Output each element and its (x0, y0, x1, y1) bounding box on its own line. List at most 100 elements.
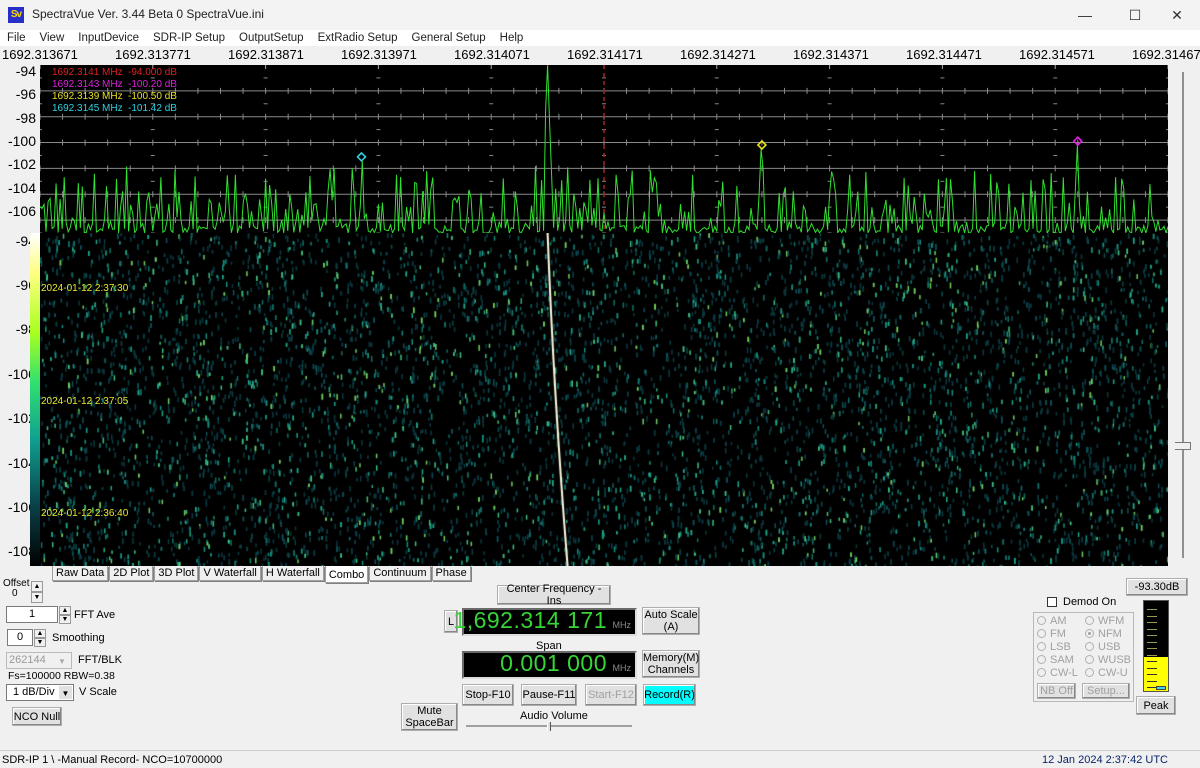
center-frequency-value: 1,692.314 171 (453, 607, 607, 633)
demod-radio-wfm[interactable]: WFM (1085, 615, 1124, 627)
close-button[interactable]: ✕ (1154, 0, 1200, 30)
waterfall-plot[interactable] (40, 233, 1168, 566)
start-button[interactable]: Start-F12 (585, 684, 637, 706)
menu-help[interactable]: Help (493, 30, 531, 46)
offset-down-button[interactable]: ▼ (31, 592, 43, 603)
demod-radio-cw-l[interactable]: CW-L (1037, 667, 1078, 679)
freq-tick-label: 1692.313771 (115, 47, 191, 62)
auto-scale-button[interactable]: Auto Scale (A) (642, 607, 700, 635)
radio-icon (1085, 655, 1094, 664)
status-bar: SDR-IP 1 \ -Manual Record- NCO=10700000 … (0, 750, 1200, 768)
demod-radio-am[interactable]: AM (1037, 615, 1067, 627)
center-frequency-display[interactable]: 1,692.314 171 MHz (453, 607, 637, 636)
radio-label: AM (1050, 615, 1067, 627)
nco-null-button[interactable]: NCO Null (12, 707, 62, 726)
tab-h-waterfall[interactable]: H Waterfall (261, 566, 324, 581)
demod-radio-nfm[interactable]: NFM (1085, 628, 1122, 640)
waterfall-colorbar (30, 233, 40, 566)
setup-button[interactable]: Setup... (1082, 683, 1130, 699)
smoothing-down-button[interactable]: ▼ (34, 638, 46, 647)
radio-icon (1037, 668, 1046, 677)
fft-ave-label: FFT Ave (74, 609, 116, 621)
chevron-down-icon: ▼ (58, 657, 66, 666)
radio-label: SAM (1050, 654, 1074, 666)
pause-button[interactable]: Pause-F11 (521, 684, 577, 706)
tab-v-waterfall[interactable]: V Waterfall (199, 566, 261, 581)
waterfall-timestamp: 2024-01-12 2:37:30 (41, 283, 129, 294)
radio-icon (1085, 642, 1094, 651)
minimize-button[interactable]: — (1062, 0, 1108, 30)
audio-volume-slider[interactable] (466, 722, 632, 732)
radio-label: WUSB (1098, 654, 1131, 666)
radio-icon (1085, 668, 1094, 677)
fft-ave-up-button[interactable]: ▲ (59, 606, 71, 615)
meter-tick (1147, 680, 1157, 682)
freq-tick-label: 1692.314471 (906, 47, 982, 62)
peak-button[interactable]: Peak (1136, 696, 1176, 715)
slider-thumb[interactable] (547, 722, 551, 731)
waterfall-contrast-slider[interactable] (1175, 70, 1191, 560)
smoothing-label: Smoothing (52, 632, 105, 644)
meter-tick (1147, 667, 1157, 669)
menu-extradio-setup[interactable]: ExtRadio Setup (311, 30, 405, 46)
spectrum-y-tick: -102 (7, 156, 36, 172)
radio-label: CW-L (1050, 667, 1078, 679)
center-frequency-button[interactable]: Center Frequency - Ins (497, 583, 611, 607)
demod-radio-fm[interactable]: FM (1037, 628, 1066, 640)
freq-tick-label: 1692.314271 (680, 47, 756, 62)
tab-phase[interactable]: Phase (431, 566, 471, 581)
menu-general-setup[interactable]: General Setup (405, 30, 493, 46)
radio-label: CW-U (1098, 667, 1128, 679)
mute-button[interactable]: Mute SpaceBar (401, 703, 458, 731)
smoothing-input[interactable]: 0 (7, 629, 33, 646)
tab-raw-data[interactable]: Raw Data (52, 566, 109, 581)
fft-ave-input[interactable]: 1 (6, 606, 58, 623)
tab-2d-plot[interactable]: 2D Plot (109, 566, 154, 581)
menu-bar: File View InputDevice SDR-IP Setup Outpu… (0, 30, 1200, 46)
tab-combo[interactable]: Combo (324, 566, 369, 583)
offset-value: 0 (12, 588, 18, 599)
offset-up-button[interactable]: ▲ (31, 581, 43, 592)
meter-peak-indicator (1156, 686, 1166, 690)
demod-on-checkbox[interactable] (1047, 597, 1057, 607)
demod-radio-lsb[interactable]: LSB (1037, 641, 1071, 653)
fft-blk-label: FFT/BLK (78, 654, 123, 666)
menu-sdr-ip-setup[interactable]: SDR-IP Setup (146, 30, 232, 46)
frequency-axis: 1692.313671 1692.313771 1692.313871 1692… (0, 46, 1200, 65)
freq-tick-label: 1692.313671 (2, 47, 78, 62)
demod-radio-usb[interactable]: USB (1085, 641, 1121, 653)
title-bar: Sv SpectraVue Ver. 3.44 Beta 0 SpectraVu… (0, 0, 1200, 30)
spectrum-plot[interactable]: 1692.3141 MHz -94.000 dB 1692.3143 MHz -100… (40, 65, 1168, 233)
demod-radio-sam[interactable]: SAM (1037, 654, 1074, 666)
span-unit: MHz (612, 663, 632, 673)
chevron-down-icon: ▼ (59, 686, 72, 699)
fft-ave-down-button[interactable]: ▼ (59, 615, 71, 624)
waterfall-timestamp: 2024-01-12 2:37:05 (41, 396, 129, 407)
demod-radio-cw-u[interactable]: CW-U (1085, 667, 1128, 679)
marker-level-label: -101.42 dB (128, 103, 177, 114)
fft-blk-select[interactable]: 262144 ▼ (6, 652, 72, 669)
meter-tick (1147, 635, 1157, 636)
maximize-button[interactable]: ☐ (1112, 0, 1158, 30)
spectrum-y-tick: -100 (7, 133, 36, 149)
tab-continuum[interactable]: Continuum (369, 566, 431, 581)
record-button[interactable]: Record(R) (643, 684, 696, 706)
marker-level-label: -100.50 dB (128, 91, 177, 102)
slider-thumb[interactable] (1175, 442, 1191, 450)
smoothing-up-button[interactable]: ▲ (34, 629, 46, 638)
menu-outputsetup[interactable]: OutputSetup (232, 30, 311, 46)
menu-view[interactable]: View (33, 30, 72, 46)
memory-channels-button[interactable]: Memory(M) Channels (642, 650, 700, 678)
app-logo-icon: Sv (8, 7, 24, 23)
tab-3d-plot[interactable]: 3D Plot (154, 566, 199, 581)
nb-off-button[interactable]: NB Off (1037, 683, 1076, 699)
stop-button[interactable]: Stop-F10 (462, 684, 514, 706)
meter-tick (1147, 654, 1157, 656)
freq-tick-label: 1692.313971 (341, 47, 417, 62)
menu-inputdevice[interactable]: InputDevice (71, 30, 146, 46)
vscale-select[interactable]: 1 dB/Div ▼ (6, 684, 74, 701)
demod-radio-wusb[interactable]: WUSB (1085, 654, 1131, 666)
menu-file[interactable]: File (0, 30, 33, 46)
app-window: Sv SpectraVue Ver. 3.44 Beta 0 SpectraVu… (0, 0, 1200, 768)
span-display[interactable]: 0.001 000 MHz (462, 650, 637, 679)
